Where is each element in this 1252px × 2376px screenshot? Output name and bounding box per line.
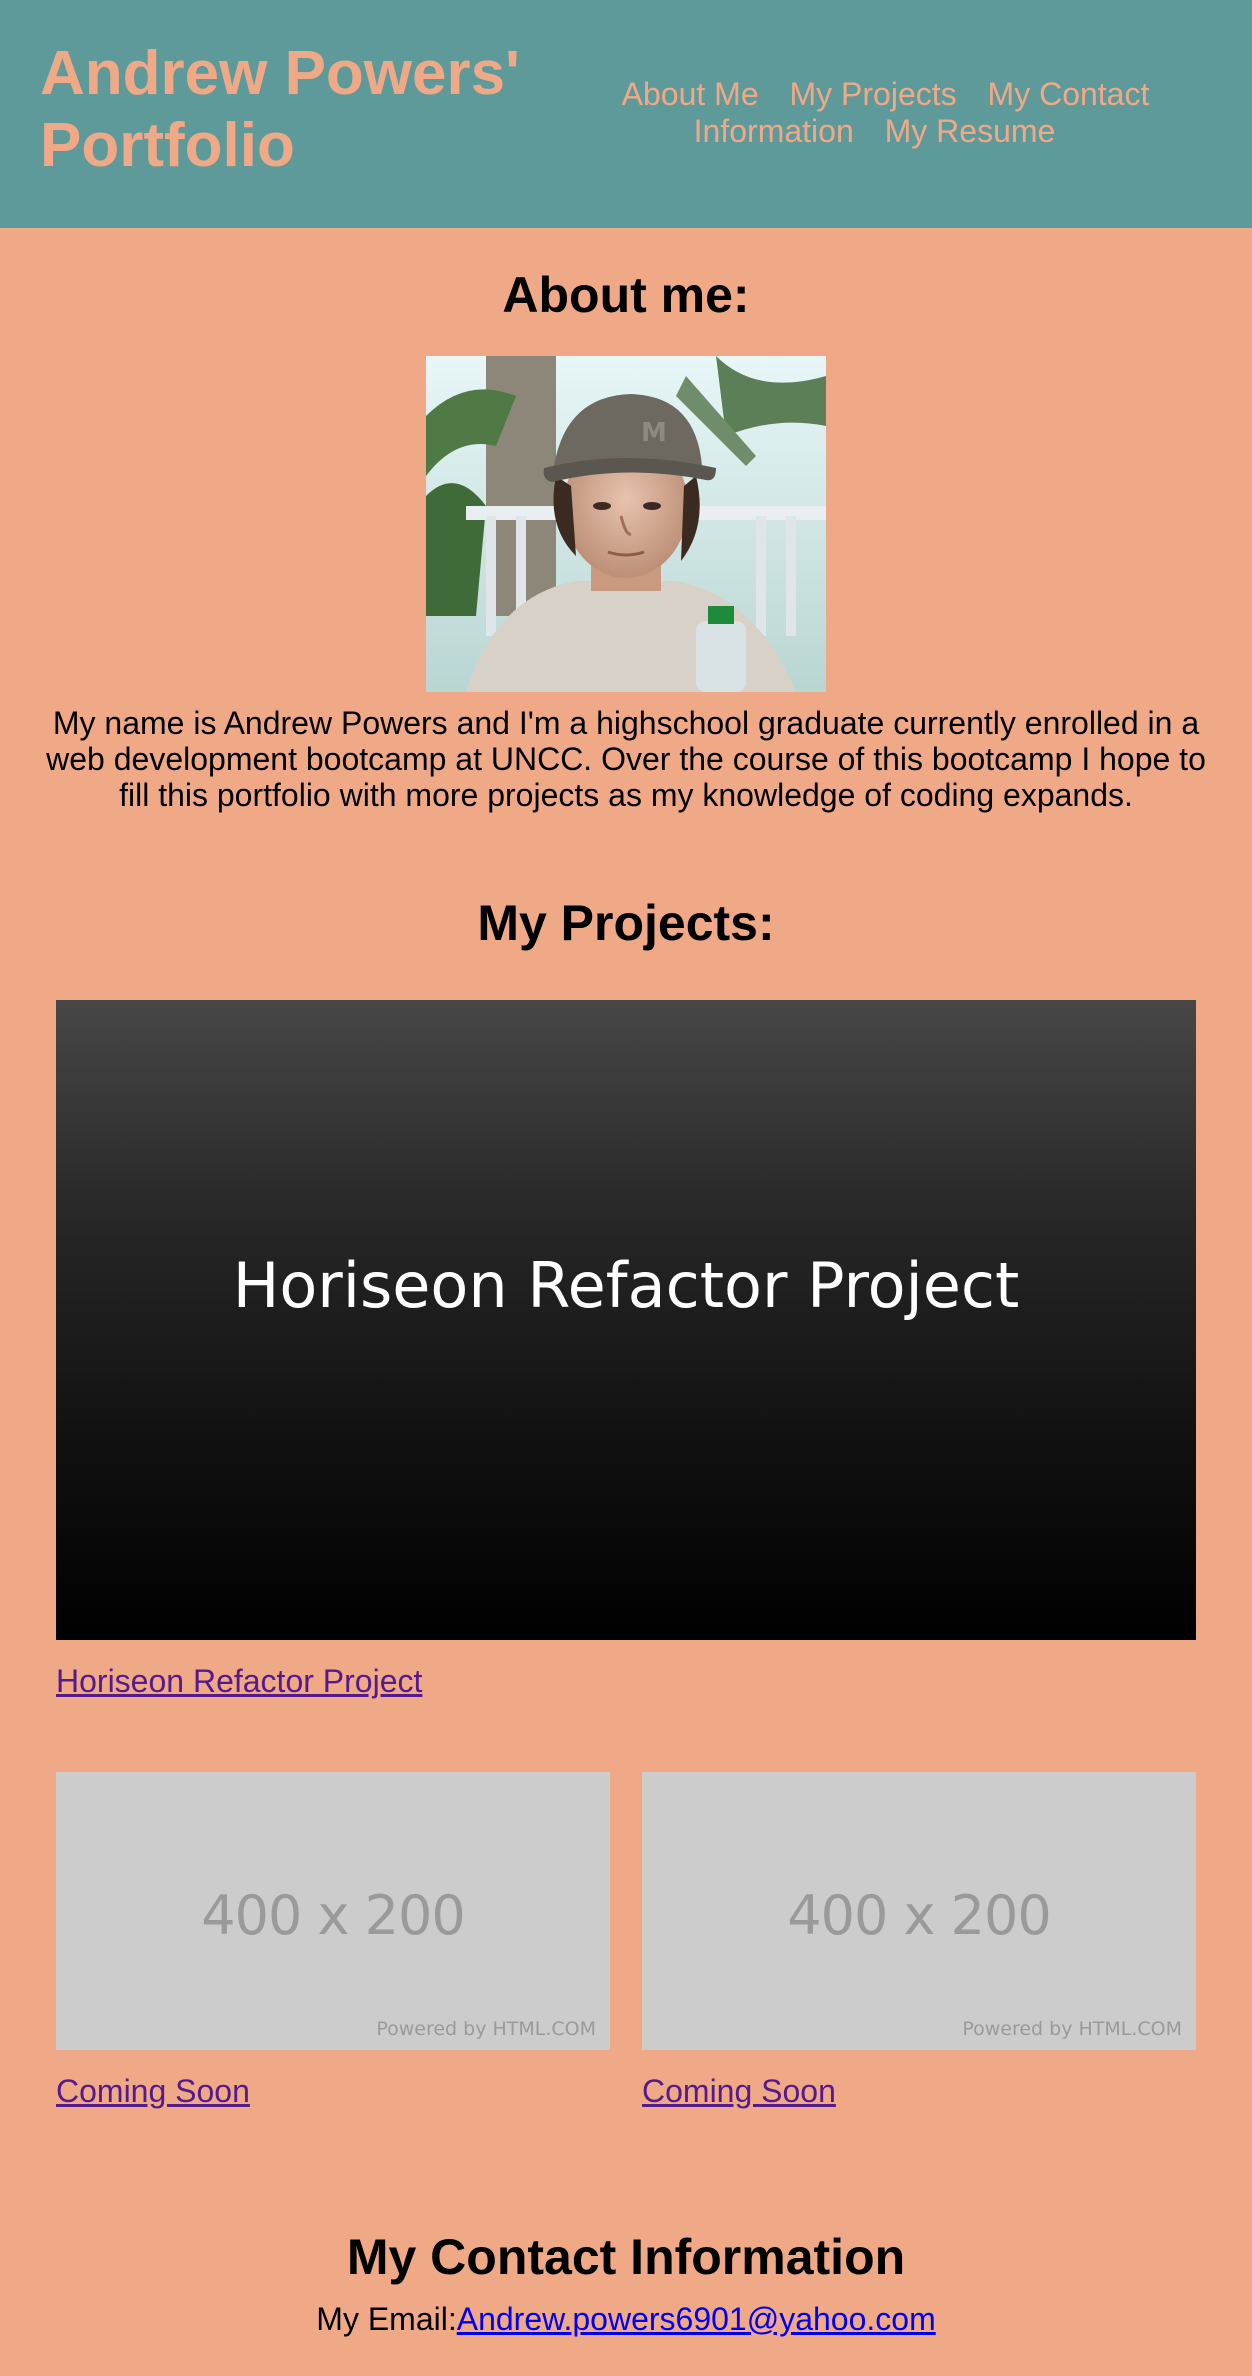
email-label: My Email: <box>316 2301 457 2337</box>
featured-project-image-text: Horiseon Refactor Project <box>232 1248 1020 1322</box>
contact-email-line: My Email:Andrew.powers6901@yahoo.com <box>0 2300 1252 2338</box>
featured-project-link[interactable]: Horiseon Refactor Project <box>56 1662 422 1700</box>
upcoming-project-link[interactable]: Coming Soon <box>642 2072 836 2110</box>
upcoming-project-image[interactable]: 400 x 200 Powered by HTML.COM <box>56 1772 610 2050</box>
upcoming-project-image[interactable]: 400 x 200 Powered by HTML.COM <box>642 1772 1196 2050</box>
main-nav: About Me My Projects My Contact Informat… <box>580 76 1180 150</box>
nav-about-me[interactable]: About Me <box>622 76 759 112</box>
placeholder-dimensions: 400 x 200 <box>787 1884 1051 1947</box>
upcoming-project-link[interactable]: Coming Soon <box>56 2072 250 2110</box>
email-link[interactable]: Andrew.powers6901@yahoo.com <box>457 2301 936 2337</box>
nav-my-projects[interactable]: My Projects <box>790 76 957 112</box>
nav-resume[interactable]: My Resume <box>885 113 1056 149</box>
bio-text: My name is Andrew Powers and I'm a highs… <box>46 705 1206 813</box>
profile-photo: M <box>426 356 826 692</box>
featured-project-image[interactable]: Horiseon Refactor Project <box>56 1000 1196 1640</box>
site-title: Andrew Powers' Portfolio <box>40 39 520 180</box>
placeholder-powered-by: Powered by HTML.COM <box>962 2018 1182 2040</box>
projects-heading: My Projects: <box>477 895 775 951</box>
svg-text:M: M <box>641 418 667 448</box>
site-header: Andrew Powers' Portfolio About Me My Pro… <box>0 0 1252 228</box>
about-heading: About me: <box>502 267 750 323</box>
contact-heading: My Contact Information <box>346 2229 906 2285</box>
placeholder-powered-by: Powered by HTML.COM <box>376 2018 596 2040</box>
placeholder-dimensions: 400 x 200 <box>201 1884 465 1947</box>
